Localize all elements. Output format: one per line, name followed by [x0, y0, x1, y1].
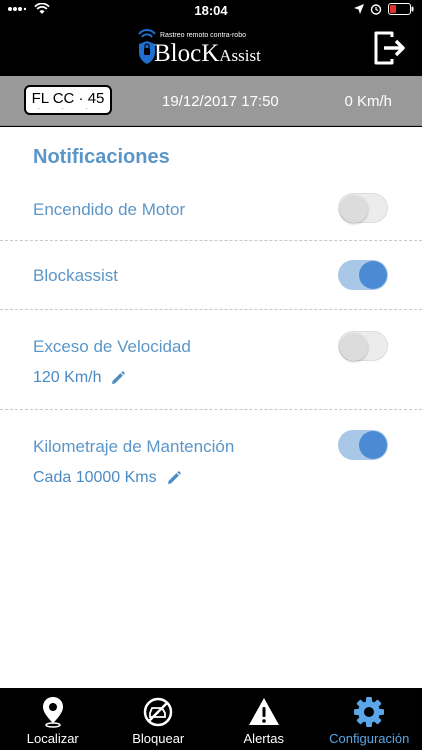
logo-tagline: Rastreo remoto contra-robo [160, 32, 246, 39]
vehicle-info-bar: FL CC · 45 · · · 19/12/2017 17:50 0 Km/h [0, 76, 422, 126]
tab-label: Bloquear [132, 731, 185, 746]
pencil-icon[interactable] [111, 371, 126, 385]
maintenance-toggle[interactable] [338, 430, 388, 460]
plate-decoration: · · · [38, 106, 98, 112]
last-update-datetime: 19/12/2017 17:50 [162, 93, 279, 110]
tab-configuracion[interactable]: Configuración [317, 688, 422, 750]
engine-start-toggle[interactable] [338, 193, 388, 223]
notification-label: Encendido de Motor [33, 200, 186, 219]
notification-row-engine: Encendido de Motor [0, 189, 422, 241]
vehicle-speed: 0 Km/h [344, 93, 392, 110]
speed-limit-value: 120 Km/h [33, 369, 102, 386]
maintenance-interval-setting[interactable]: Cada 10000 Kms [33, 469, 181, 487]
toggle-knob [340, 333, 368, 361]
gear-icon [354, 697, 385, 727]
notifications-panel: Notificaciones Encendido de Motor Blocka… [0, 127, 422, 688]
notification-label: Blockassist [33, 266, 119, 285]
notification-row-maintenance: Kilometraje de Mantención Cada 10000 Kms [0, 427, 422, 509]
notification-label: Kilometraje de Mantención [33, 437, 235, 456]
app-header: Rastreo remoto contra-robo BlocKAssist [0, 22, 422, 76]
notifications-title: Notificaciones [33, 146, 170, 168]
divider [0, 309, 422, 310]
location-pin-icon [42, 697, 63, 728]
app-logo: Rastreo remoto contra-robo BlocKAssist [136, 26, 276, 72]
license-plate[interactable]: FL CC · 45 · · · [24, 85, 112, 115]
notification-label: Exceso de Velocidad [33, 337, 191, 356]
toggle-knob [340, 195, 368, 223]
tab-label: Configuración [329, 731, 410, 746]
logout-icon[interactable] [372, 30, 408, 66]
pencil-icon[interactable] [167, 471, 181, 485]
warning-icon [248, 698, 279, 725]
status-bar: 18:04 [0, 0, 422, 22]
toggle-knob [359, 261, 387, 289]
logo-brand-sub: Assist [219, 46, 261, 65]
blockassist-toggle[interactable] [338, 260, 388, 290]
divider [0, 240, 422, 241]
notification-row-blockassist: Blockassist [0, 258, 422, 310]
speed-limit-setting[interactable]: 120 Km/h [33, 369, 126, 387]
battery-icon [388, 3, 414, 15]
tab-label: Localizar [26, 731, 79, 746]
bottom-tab-bar: Localizar Bloquear Alertas Configuración [0, 688, 422, 750]
logo-brand-main: BlocK [154, 40, 220, 67]
logo-brand: BlocKAssist [154, 40, 261, 68]
tab-localizar[interactable]: Localizar [0, 688, 106, 750]
tab-bloquear[interactable]: Bloquear [106, 688, 212, 750]
tab-alertas[interactable]: Alertas [211, 688, 317, 750]
license-plate-text: FL CC · 45 [31, 90, 105, 107]
alarm-clock-icon [370, 4, 382, 15]
maintenance-interval-value: Cada 10000 Kms [33, 469, 157, 486]
speeding-toggle[interactable] [338, 331, 388, 361]
divider [0, 409, 422, 410]
tab-label: Alertas [243, 731, 284, 746]
notification-row-speeding: Exceso de Velocidad 120 Km/h [0, 327, 422, 409]
toggle-knob [359, 431, 387, 459]
block-car-icon [144, 697, 173, 727]
location-arrow-icon [354, 4, 364, 14]
